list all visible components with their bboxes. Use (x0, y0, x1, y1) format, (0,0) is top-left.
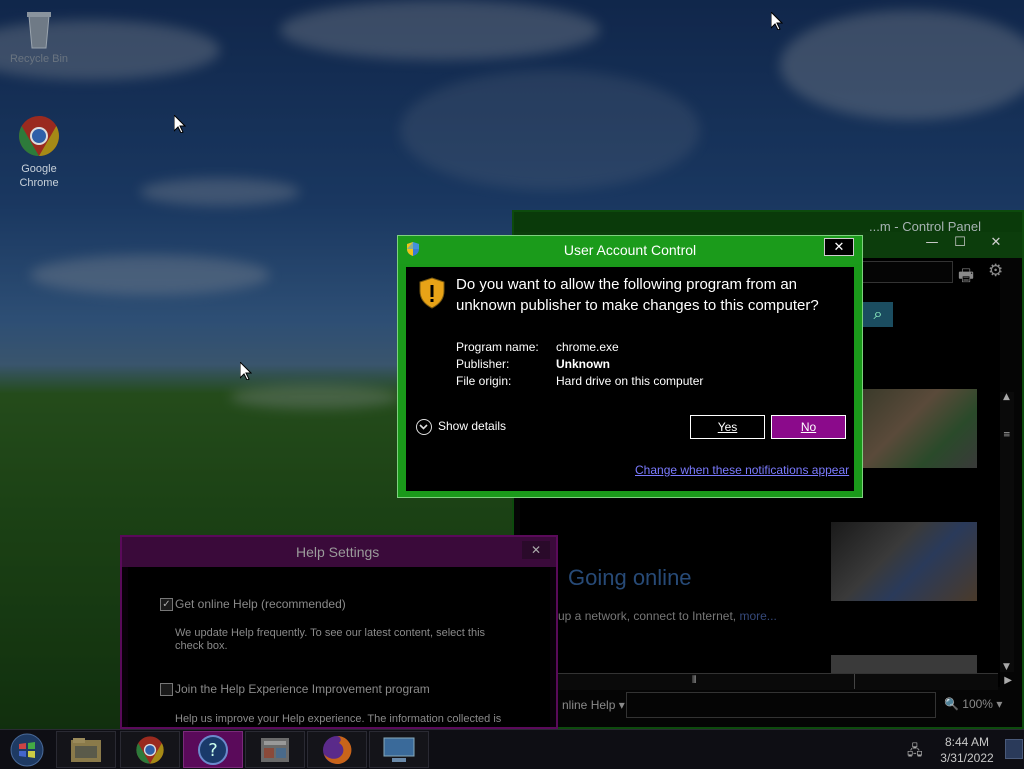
help-settings-titlebar[interactable]: Help Settings ✕ (122, 537, 556, 567)
uac-titlebar[interactable]: User Account Control ✕ (398, 236, 862, 264)
taskbar-help-button[interactable]: ? (183, 731, 243, 768)
close-button[interactable]: ✕ (984, 234, 1008, 252)
experience-label[interactable]: Join the Help Experience Improvement pro… (175, 682, 430, 696)
more-link[interactable]: more... (739, 609, 776, 623)
zoom-control[interactable]: 🔍 100% ▾ (944, 697, 1002, 711)
online-help-label[interactable]: Get online Help (recommended) (175, 597, 346, 611)
yes-button-label: Yes (717, 420, 738, 434)
help-search-input[interactable] (857, 261, 953, 283)
program-name-label: Program name: (456, 340, 539, 354)
help-question-icon: ? (198, 735, 228, 765)
taskbar-clock[interactable]: 8:44 AM 3/31/2022 (936, 734, 998, 766)
online-help-dropdown[interactable]: nline Help ▾ (562, 698, 625, 712)
minimize-button[interactable]: — (920, 234, 944, 252)
show-details-toggle[interactable]: Show details (416, 419, 506, 435)
going-online-description: up a network, connect to Internet, more.… (558, 609, 777, 623)
user-account-control-dialog[interactable]: User Account Control ✕ Do you want to al… (397, 235, 863, 498)
chrome-icon (136, 736, 164, 764)
chrome-label: Google Chrome (19, 163, 59, 189)
network-tray-icon[interactable]: 🖧 (907, 740, 923, 764)
chrome-icon (17, 114, 61, 158)
vertical-scrollbar[interactable]: ▲ ≡ ▼ (1000, 392, 1014, 672)
firefox-icon (323, 735, 352, 764)
no-button[interactable]: No (771, 415, 846, 439)
laptop-photo-image (831, 522, 977, 601)
taskbar-firefox-button[interactable] (307, 731, 367, 768)
recycle-bin-label: Recycle Bin (9, 53, 69, 65)
setup-text: up a network, connect to Internet, (558, 609, 737, 623)
taskbar-chrome-button[interactable] (120, 731, 180, 768)
uac-title: User Account Control (563, 242, 697, 258)
help-status-bar: nline Help ▾ 🔍 100% ▾ (522, 690, 1018, 720)
going-online-heading: Going online (568, 565, 692, 590)
recycle-bin-desktop-icon[interactable]: Recycle Bin (4, 8, 74, 66)
file-origin-label: File origin: (456, 374, 512, 388)
chrome-desktop-icon[interactable]: Google Chrome (4, 114, 74, 190)
publisher-value: Unknown (556, 357, 610, 371)
file-origin-value: Hard drive on this computer (556, 374, 704, 388)
chevron-down-icon (416, 419, 432, 435)
show-details-label: Show details (438, 419, 507, 434)
publisher-label: Publisher: (456, 357, 510, 371)
svg-text:?: ? (208, 740, 218, 761)
search-icon: ⌕ (873, 304, 883, 323)
show-desktop-button[interactable] (1005, 739, 1023, 759)
clock-time: 8:44 AM (944, 735, 990, 749)
taskbar-network-app-button[interactable] (369, 731, 429, 768)
change-notifications-link[interactable]: Change when these notifications appear (635, 463, 849, 477)
recycle-bin-icon (25, 8, 53, 50)
uac-question: Do you want to allow the following progr… (456, 276, 819, 314)
warning-shield-icon (418, 277, 446, 313)
maximize-button[interactable]: ☐ (948, 234, 972, 252)
yes-button[interactable]: Yes (690, 415, 765, 439)
online-help-checkbox[interactable]: ✓ (160, 598, 173, 611)
horizontal-scrollbar[interactable]: ⦀ ▶ (522, 673, 1012, 690)
windows-logo-icon (10, 733, 44, 767)
gear-icon[interactable]: ⚙ (988, 261, 1003, 281)
help-settings-body: ✓ Get online Help (recommended) We updat… (128, 567, 550, 727)
control-panel-icon (261, 738, 289, 762)
search-button[interactable]: ⌕ (863, 302, 893, 327)
help-settings-dialog[interactable]: Help Settings ✕ ✓ Get online Help (recom… (120, 535, 558, 729)
taskbar-explorer-button[interactable] (56, 731, 116, 768)
taskbar-control-panel-button[interactable] (245, 731, 305, 768)
experience-description: Help us improve your Help experience. Th… (175, 713, 502, 725)
no-button-label: No (800, 420, 817, 434)
folder-icon (71, 738, 101, 762)
clock-date: 3/31/2022 (940, 751, 994, 765)
person-photo-image (862, 389, 977, 468)
experience-checkbox[interactable] (160, 683, 173, 696)
print-icon[interactable]: 🖶 (958, 263, 974, 292)
online-help-description: We update Help frequently. To see our la… (175, 627, 486, 652)
network-app-icon (383, 737, 415, 762)
help-settings-title: Help Settings (296, 544, 380, 560)
start-button[interactable] (4, 731, 50, 768)
uac-body: Do you want to allow the following progr… (406, 267, 854, 491)
help-settings-close-button[interactable]: ✕ (522, 541, 550, 559)
program-name-value: chrome.exe (556, 340, 619, 354)
taskbar: ? 🖧 8:44 AM 3/31/2022 (0, 729, 1024, 769)
photo-thumbnail-image (831, 655, 977, 673)
status-field (626, 692, 936, 718)
uac-close-button[interactable]: ✕ (824, 238, 854, 256)
